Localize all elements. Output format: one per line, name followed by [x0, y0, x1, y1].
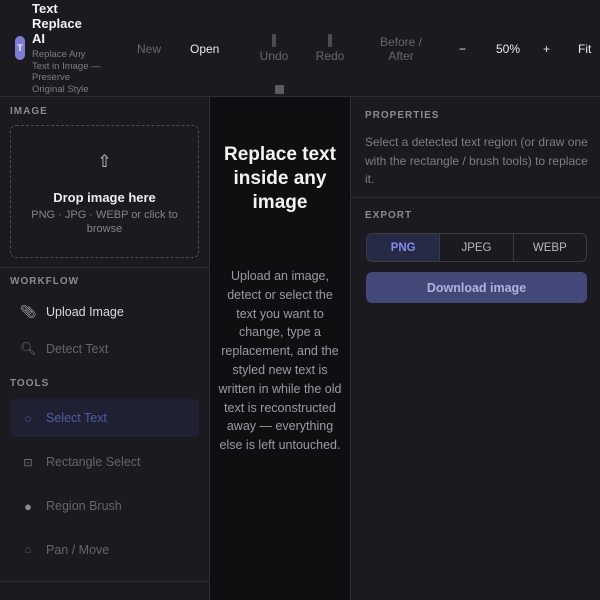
redo-icon: [328, 34, 332, 47]
app-title: Text Replace AI: [32, 1, 82, 46]
zoom-level: 50%: [496, 42, 521, 56]
undo-label: Undo: [259, 49, 289, 63]
top-toolbar: T Text Replace AI Replace Any Text in Im…: [0, 0, 600, 97]
tool-select-text[interactable]: ○ Select Text: [10, 399, 199, 437]
zoom-in-button[interactable]: +: [543, 42, 550, 56]
open-button[interactable]: Open: [190, 42, 219, 56]
image-section-label: IMAGE: [10, 106, 48, 117]
app-logo-icon: T: [15, 36, 25, 60]
canvas-empty-description: Upload an image, detect or select the te…: [218, 269, 342, 453]
fit-button[interactable]: Fit: [578, 42, 591, 56]
tool-label: Region Brush: [46, 499, 122, 513]
format-selector: PNG JPEG WEBP: [366, 233, 587, 262]
redo-button[interactable]: Redo: [314, 34, 346, 63]
app-subtitle: Replace Any Text in Image — Preserve Ori…: [32, 49, 101, 95]
divider: [351, 197, 600, 198]
undo-button[interactable]: Undo: [258, 34, 290, 63]
dropzone-subtitle: PNG · JPG · WEBP or click to browse: [31, 209, 178, 235]
square-icon: [275, 85, 284, 94]
tool-rectangle-select[interactable]: ⊡ Rectangle Select: [10, 443, 199, 481]
divider: [0, 581, 209, 582]
tool-label: Pan / Move: [46, 543, 110, 557]
workflow-item-label: Upload Image: [46, 305, 124, 319]
before-after-toggle[interactable]: Before / After: [378, 35, 424, 63]
tools-section-label: TOOLS: [10, 378, 50, 389]
tool-pan-move[interactable]: ⌂ Pan / Move: [10, 531, 199, 569]
divider: [0, 267, 209, 268]
right-sidebar: PROPERTIES Select a detected text region…: [350, 97, 600, 600]
undo-icon: [272, 34, 276, 47]
canvas-empty-title: Replace text inside any image: [224, 144, 336, 213]
dropzone-title: Drop image here: [53, 190, 156, 205]
canvas-area[interactable]: Replace text inside any image Upload an …: [210, 97, 350, 600]
format-option-png[interactable]: PNG: [367, 234, 441, 261]
new-button[interactable]: New: [137, 42, 161, 56]
workflow-section-label: WORKFLOW: [10, 276, 80, 287]
paperclip-icon: 📎︎: [20, 304, 37, 319]
properties-hint: Select a detected text region (or draw o…: [365, 135, 588, 186]
tool-label: Rectangle Select: [46, 455, 141, 469]
app-window: T Text Replace AI Replace Any Text in Im…: [0, 0, 600, 600]
workflow-item-label: Detect Text: [46, 342, 109, 356]
properties-section-label: PROPERTIES: [365, 110, 440, 121]
circle-select-icon: ○: [24, 410, 32, 426]
download-button[interactable]: Download image: [366, 272, 587, 303]
hand-icon: ⌂: [24, 544, 32, 556]
tool-region-brush[interactable]: ● Region Brush: [10, 487, 199, 525]
upload-arrow-icon: ⇧: [97, 152, 112, 171]
format-option-jpeg[interactable]: JPEG: [440, 234, 514, 261]
format-option-webp[interactable]: WEBP: [514, 234, 586, 261]
zoom-out-button[interactable]: −: [459, 42, 466, 56]
tool-label: Select Text: [46, 411, 107, 425]
brush-dot-icon: ●: [24, 498, 32, 514]
image-dropzone[interactable]: ⇧ Drop image here PNG · JPG · WEBP or cl…: [10, 125, 199, 258]
rectangle-select-icon: ⊡: [23, 456, 33, 469]
workflow-item-upload-image[interactable]: 📎︎ Upload Image: [10, 293, 199, 331]
export-section-label: EXPORT: [365, 210, 413, 221]
redo-label: Redo: [315, 49, 345, 63]
workflow-item-detect-text[interactable]: 🔍︎ Detect Text: [10, 330, 199, 368]
magnifier-icon: 🔍︎: [20, 341, 37, 356]
left-sidebar: IMAGE ⇧ Drop image here PNG · JPG · WEBP…: [0, 97, 210, 600]
